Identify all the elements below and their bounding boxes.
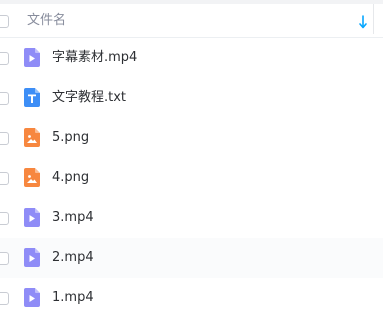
image-file-icon xyxy=(24,168,40,187)
file-name[interactable]: 文字教程.txt xyxy=(52,89,126,107)
video-file-icon xyxy=(24,288,40,307)
file-row[interactable]: 文字教程.txt xyxy=(0,78,383,118)
file-name[interactable]: 1.mp4 xyxy=(52,289,94,307)
file-row[interactable]: 3.mp4 xyxy=(0,198,383,238)
column-resize-divider[interactable] xyxy=(373,4,374,34)
file-select-checkbox[interactable] xyxy=(0,172,9,185)
sort-down-arrow-icon[interactable] xyxy=(358,15,368,29)
file-row[interactable]: 字幕素材.mp4 xyxy=(0,38,383,78)
file-select-checkbox[interactable] xyxy=(0,52,9,65)
file-select-checkbox[interactable] xyxy=(0,212,9,225)
file-name[interactable]: 3.mp4 xyxy=(52,209,94,227)
file-list-header: 文件名 xyxy=(0,4,383,38)
column-header-filename[interactable]: 文件名 xyxy=(27,12,66,30)
text-file-icon xyxy=(24,88,40,107)
file-select-checkbox[interactable] xyxy=(0,132,9,145)
file-row[interactable]: 4.png xyxy=(0,158,383,198)
file-name[interactable]: 5.png xyxy=(52,129,89,147)
file-row[interactable]: 5.png xyxy=(0,118,383,158)
file-select-checkbox[interactable] xyxy=(0,92,9,105)
file-row[interactable]: 2.mp4 xyxy=(0,238,383,278)
file-name[interactable]: 2.mp4 xyxy=(52,249,94,267)
file-name[interactable]: 4.png xyxy=(52,169,89,187)
video-file-icon xyxy=(24,208,40,227)
file-select-checkbox[interactable] xyxy=(0,292,9,305)
file-list: 文件名 字幕素材.mp4 文字教程.txt 5.png 4.png 3.mp4 2.mp4… xyxy=(0,0,383,319)
file-select-checkbox[interactable] xyxy=(0,252,9,265)
video-file-icon xyxy=(24,48,40,67)
select-all-checkbox[interactable] xyxy=(0,15,9,28)
video-file-icon xyxy=(24,248,40,267)
file-name[interactable]: 字幕素材.mp4 xyxy=(52,49,137,67)
image-file-icon xyxy=(24,128,40,147)
file-row[interactable]: 1.mp4 xyxy=(0,278,383,318)
